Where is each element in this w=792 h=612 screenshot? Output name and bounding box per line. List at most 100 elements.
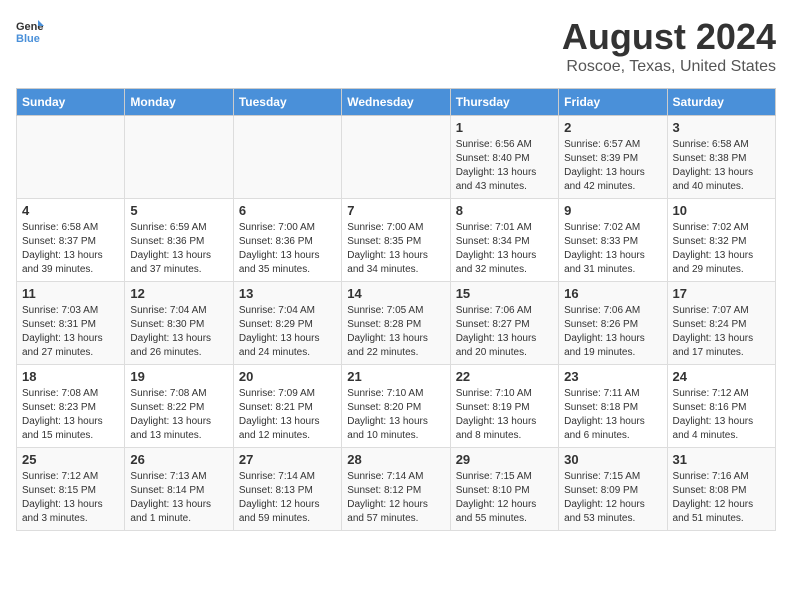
day-number: 27 xyxy=(239,452,336,467)
day-info: Sunrise: 7:05 AM Sunset: 8:28 PM Dayligh… xyxy=(347,304,444,360)
calendar-cell: 1 Sunrise: 6:56 AM Sunset: 8:40 PM Daylig… xyxy=(450,116,558,199)
day-info: Sunrise: 6:57 AM Sunset: 8:39 PM Dayligh… xyxy=(564,138,661,194)
calendar-cell: 13 Sunrise: 7:04 AM Sunset: 8:29 PM Dayli… xyxy=(233,282,341,365)
calendar-cell: 3 Sunrise: 6:58 AM Sunset: 8:38 PM Daylig… xyxy=(667,116,775,199)
day-number: 30 xyxy=(564,452,661,467)
day-number: 14 xyxy=(347,286,444,301)
day-info: Sunrise: 7:10 AM Sunset: 8:20 PM Dayligh… xyxy=(347,387,444,443)
calendar-cell: 8 Sunrise: 7:01 AM Sunset: 8:34 PM Daylig… xyxy=(450,199,558,282)
day-info: Sunrise: 6:58 AM Sunset: 8:38 PM Dayligh… xyxy=(673,138,770,194)
logo: General Blue xyxy=(16,16,44,44)
calendar-cell xyxy=(233,116,341,199)
day-number: 13 xyxy=(239,286,336,301)
calendar-cell: 16Sunrise: 7:06 AM Sunset: 8:26 PM Dayli… xyxy=(559,282,667,365)
calendar-week-4: 18Sunrise: 7:08 AM Sunset: 8:23 PM Dayli… xyxy=(17,365,776,448)
day-number: 15 xyxy=(456,286,553,301)
calendar-cell: 30 Sunrise: 7:15 AM Sunset: 8:09 PM Dayli… xyxy=(559,448,667,531)
day-info: Sunrise: 7:06 AM Sunset: 8:26 PM Dayligh… xyxy=(564,304,661,360)
day-info: Sunrise: 7:02 AM Sunset: 8:33 PM Dayligh… xyxy=(564,221,661,277)
calendar-cell: 24 Sunrise: 7:12 AM Sunset: 8:16 PM Dayli… xyxy=(667,365,775,448)
calendar-cell: 23Sunrise: 7:11 AM Sunset: 8:18 PM Dayli… xyxy=(559,365,667,448)
col-tuesday: Tuesday xyxy=(233,89,341,116)
calendar-cell: 5 Sunrise: 6:59 AM Sunset: 8:36 PM Daylig… xyxy=(125,199,233,282)
calendar-cell: 19 Sunrise: 7:08 AM Sunset: 8:22 PM Dayli… xyxy=(125,365,233,448)
day-number: 23 xyxy=(564,369,661,384)
calendar-week-3: 11Sunrise: 7:03 AM Sunset: 8:31 PM Dayli… xyxy=(17,282,776,365)
col-saturday: Saturday xyxy=(667,89,775,116)
day-info: Sunrise: 7:07 AM Sunset: 8:24 PM Dayligh… xyxy=(673,304,770,360)
day-info: Sunrise: 7:10 AM Sunset: 8:19 PM Dayligh… xyxy=(456,387,553,443)
day-info: Sunrise: 7:00 AM Sunset: 8:35 PM Dayligh… xyxy=(347,221,444,277)
calendar-week-2: 4Sunrise: 6:58 AM Sunset: 8:37 PM Daylig… xyxy=(17,199,776,282)
day-number: 19 xyxy=(130,369,227,384)
day-info: Sunrise: 7:06 AM Sunset: 8:27 PM Dayligh… xyxy=(456,304,553,360)
day-info: Sunrise: 7:13 AM Sunset: 8:14 PM Dayligh… xyxy=(130,470,227,526)
day-number: 29 xyxy=(456,452,553,467)
day-info: Sunrise: 6:59 AM Sunset: 8:36 PM Dayligh… xyxy=(130,221,227,277)
day-info: Sunrise: 7:02 AM Sunset: 8:32 PM Dayligh… xyxy=(673,221,770,277)
calendar-cell: 7 Sunrise: 7:00 AM Sunset: 8:35 PM Daylig… xyxy=(342,199,450,282)
day-info: Sunrise: 7:04 AM Sunset: 8:29 PM Dayligh… xyxy=(239,304,336,360)
day-info: Sunrise: 7:15 AM Sunset: 8:10 PM Dayligh… xyxy=(456,470,553,526)
day-number: 20 xyxy=(239,369,336,384)
calendar-cell: 14 Sunrise: 7:05 AM Sunset: 8:28 PM Dayli… xyxy=(342,282,450,365)
calendar-cell: 31 Sunrise: 7:16 AM Sunset: 8:08 PM Dayli… xyxy=(667,448,775,531)
day-number: 9 xyxy=(564,203,661,218)
calendar-table: Sunday Monday Tuesday Wednesday Thursday… xyxy=(16,88,776,531)
calendar-cell: 26Sunrise: 7:13 AM Sunset: 8:14 PM Dayli… xyxy=(125,448,233,531)
day-number: 31 xyxy=(673,452,770,467)
header: General Blue August 2024 Roscoe, Texas, … xyxy=(16,16,776,76)
day-info: Sunrise: 7:09 AM Sunset: 8:21 PM Dayligh… xyxy=(239,387,336,443)
subtitle: Roscoe, Texas, United States xyxy=(562,58,776,76)
day-number: 6 xyxy=(239,203,336,218)
day-number: 4 xyxy=(22,203,119,218)
day-number: 5 xyxy=(130,203,227,218)
day-info: Sunrise: 6:56 AM Sunset: 8:40 PM Dayligh… xyxy=(456,138,553,194)
calendar-cell: 21Sunrise: 7:10 AM Sunset: 8:20 PM Dayli… xyxy=(342,365,450,448)
calendar-cell: 28 Sunrise: 7:14 AM Sunset: 8:12 PM Dayli… xyxy=(342,448,450,531)
calendar-cell: 11Sunrise: 7:03 AM Sunset: 8:31 PM Dayli… xyxy=(17,282,125,365)
day-number: 2 xyxy=(564,120,661,135)
day-number: 12 xyxy=(130,286,227,301)
day-number: 17 xyxy=(673,286,770,301)
day-number: 22 xyxy=(456,369,553,384)
col-sunday: Sunday xyxy=(17,89,125,116)
calendar-cell: 12 Sunrise: 7:04 AM Sunset: 8:30 PM Dayli… xyxy=(125,282,233,365)
calendar-cell xyxy=(17,116,125,199)
main-title: August 2024 xyxy=(562,16,776,58)
calendar-cell: 15 Sunrise: 7:06 AM Sunset: 8:27 PM Dayli… xyxy=(450,282,558,365)
day-info: Sunrise: 7:15 AM Sunset: 8:09 PM Dayligh… xyxy=(564,470,661,526)
calendar-week-5: 25 Sunrise: 7:12 AM Sunset: 8:15 PM Dayli… xyxy=(17,448,776,531)
day-info: Sunrise: 7:08 AM Sunset: 8:22 PM Dayligh… xyxy=(130,387,227,443)
day-info: Sunrise: 7:12 AM Sunset: 8:16 PM Dayligh… xyxy=(673,387,770,443)
day-number: 11 xyxy=(22,286,119,301)
day-info: Sunrise: 7:14 AM Sunset: 8:12 PM Dayligh… xyxy=(347,470,444,526)
calendar-header: Sunday Monday Tuesday Wednesday Thursday… xyxy=(17,89,776,116)
title-area: August 2024 Roscoe, Texas, United States xyxy=(562,16,776,76)
day-info: Sunrise: 7:00 AM Sunset: 8:36 PM Dayligh… xyxy=(239,221,336,277)
col-friday: Friday xyxy=(559,89,667,116)
calendar-cell: 9 Sunrise: 7:02 AM Sunset: 8:33 PM Daylig… xyxy=(559,199,667,282)
calendar-body: 1 Sunrise: 6:56 AM Sunset: 8:40 PM Daylig… xyxy=(17,116,776,531)
day-info: Sunrise: 7:01 AM Sunset: 8:34 PM Dayligh… xyxy=(456,221,553,277)
day-info: Sunrise: 7:16 AM Sunset: 8:08 PM Dayligh… xyxy=(673,470,770,526)
day-info: Sunrise: 7:04 AM Sunset: 8:30 PM Dayligh… xyxy=(130,304,227,360)
calendar-cell xyxy=(342,116,450,199)
day-number: 1 xyxy=(456,120,553,135)
day-number: 28 xyxy=(347,452,444,467)
day-number: 8 xyxy=(456,203,553,218)
svg-text:Blue: Blue xyxy=(16,33,40,44)
calendar-cell: 4Sunrise: 6:58 AM Sunset: 8:37 PM Daylig… xyxy=(17,199,125,282)
calendar-cell: 18Sunrise: 7:08 AM Sunset: 8:23 PM Dayli… xyxy=(17,365,125,448)
calendar-cell: 29 Sunrise: 7:15 AM Sunset: 8:10 PM Dayli… xyxy=(450,448,558,531)
col-wednesday: Wednesday xyxy=(342,89,450,116)
day-info: Sunrise: 7:08 AM Sunset: 8:23 PM Dayligh… xyxy=(22,387,119,443)
day-number: 3 xyxy=(673,120,770,135)
col-monday: Monday xyxy=(125,89,233,116)
day-number: 24 xyxy=(673,369,770,384)
logo-icon: General Blue xyxy=(16,16,44,44)
calendar-cell: 20 Sunrise: 7:09 AM Sunset: 8:21 PM Dayli… xyxy=(233,365,341,448)
day-number: 25 xyxy=(22,452,119,467)
day-info: Sunrise: 7:12 AM Sunset: 8:15 PM Dayligh… xyxy=(22,470,119,526)
day-number: 7 xyxy=(347,203,444,218)
